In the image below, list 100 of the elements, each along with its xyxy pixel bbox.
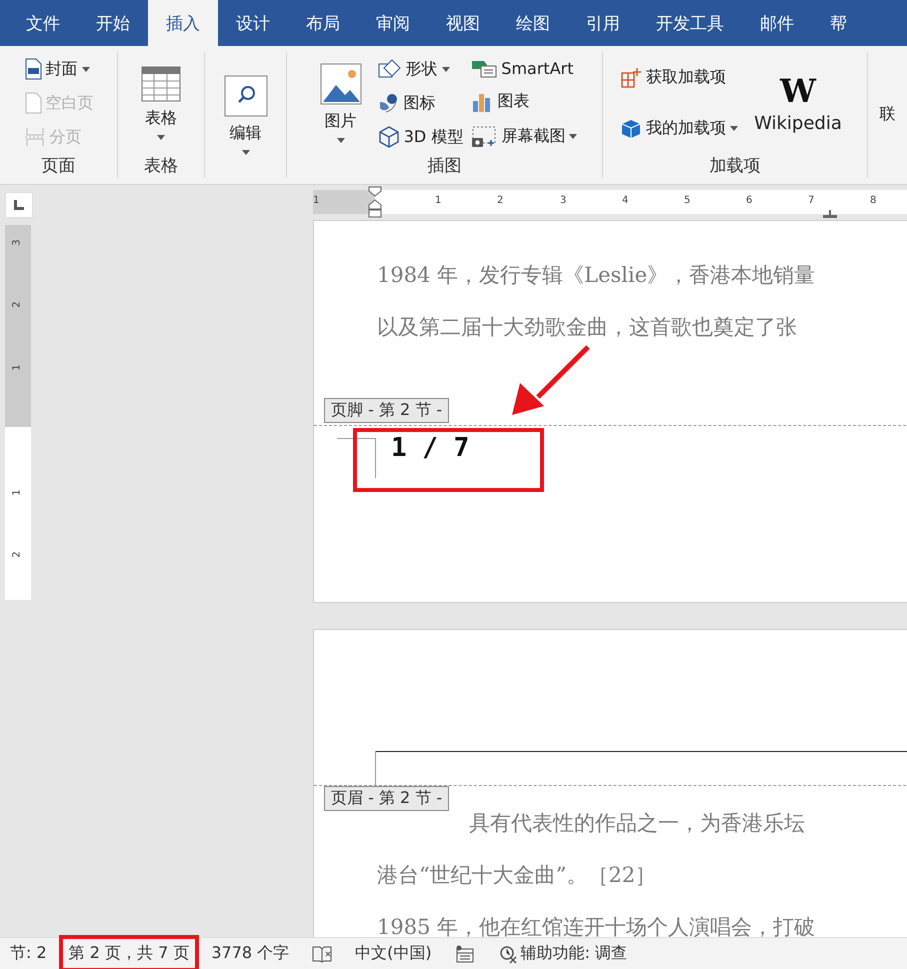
body-text-line: 以及第二届十大劲歌金曲，这首歌也奠定了张 bbox=[377, 314, 797, 341]
ruler-number: 5 bbox=[684, 195, 690, 206]
group-label: 加载项 bbox=[708, 155, 762, 178]
button-label: 分页 bbox=[50, 126, 82, 148]
status-text: 第 2 页，共 7 页 bbox=[68, 943, 190, 964]
button-label: 联 bbox=[880, 104, 896, 125]
ribbon-tab[interactable]: 帮 bbox=[812, 0, 865, 46]
caret-icon bbox=[442, 66, 450, 72]
ribbon-tab[interactable]: 开发工具 bbox=[638, 0, 742, 46]
ribbon-button[interactable]: 封面 bbox=[22, 57, 96, 81]
ruler-number: 2 bbox=[12, 551, 23, 558]
ruler-number: 2 bbox=[12, 301, 23, 308]
ruler-number: 3 bbox=[12, 239, 23, 246]
bird-icon bbox=[378, 92, 400, 114]
button-label: 屏幕截图 bbox=[501, 126, 566, 148]
wikipedia-logo: W bbox=[780, 72, 816, 111]
accessibility-icon bbox=[498, 944, 518, 964]
table-grid-icon bbox=[141, 66, 181, 102]
body-text-line: 具有代表性的作品之一，为香港乐坛 bbox=[469, 810, 805, 837]
solid-cube-icon bbox=[620, 118, 642, 140]
button-label: 图表 bbox=[497, 91, 530, 112]
button-label: 封面 bbox=[46, 58, 78, 80]
button-label: 图片 bbox=[324, 111, 357, 132]
ribbon-button[interactable]: 联 bbox=[880, 52, 896, 178]
button-label: 编辑 bbox=[230, 123, 262, 144]
ruler-number: 1 bbox=[12, 489, 23, 496]
ruler-number: 2 bbox=[497, 195, 504, 206]
tab-stop-marker-icon bbox=[823, 210, 837, 218]
ribbon-button[interactable]: 图表 bbox=[469, 90, 580, 114]
ribbon-button[interactable]: W Wikipedia bbox=[744, 52, 852, 154]
ruler-number: 7 bbox=[808, 195, 814, 206]
cover-page-icon bbox=[24, 58, 42, 80]
page-number: 1 / 7 bbox=[391, 433, 470, 463]
ribbon-tab[interactable]: 审阅 bbox=[358, 0, 428, 46]
group-label: 表格 bbox=[143, 155, 179, 178]
caret-icon bbox=[336, 138, 345, 143]
ribbon-tab[interactable]: 布局 bbox=[288, 0, 358, 46]
ruler-number: 3 bbox=[560, 195, 566, 206]
ribbon-button[interactable]: SmartArt bbox=[469, 57, 580, 80]
corner-mark-icon bbox=[337, 438, 377, 478]
button-label: 图标 bbox=[404, 92, 436, 114]
page-break-icon bbox=[24, 126, 46, 148]
button-label: 空白页 bbox=[46, 92, 94, 114]
footer-tag: 页脚 - 第 2 节 - bbox=[324, 398, 450, 423]
ribbon-tab[interactable]: 文件 bbox=[8, 0, 78, 46]
ribbon-button[interactable]: 图片 bbox=[310, 52, 372, 154]
blank-page-icon bbox=[24, 92, 42, 114]
ruler-number: 6 bbox=[746, 195, 752, 206]
ribbon-tab[interactable]: 绘图 bbox=[498, 0, 568, 46]
add-grid-icon bbox=[620, 66, 642, 88]
group-label: 插图 bbox=[426, 155, 462, 178]
header-tag: 页眉 - 第 2 节 - bbox=[324, 786, 450, 811]
status-button[interactable] bbox=[311, 944, 334, 962]
accessibility-button[interactable]: 辅助功能: 调查 bbox=[498, 943, 628, 964]
status-button[interactable] bbox=[454, 944, 476, 962]
ribbon-tab[interactable]: 插入 bbox=[148, 0, 218, 46]
caret-icon bbox=[569, 134, 578, 140]
screenshot-camera-icon bbox=[471, 126, 498, 148]
button-label: 3D 模型 bbox=[404, 126, 464, 148]
caret-icon bbox=[730, 126, 738, 131]
ribbon-button[interactable]: 图标 bbox=[376, 91, 466, 115]
cube-icon bbox=[378, 126, 400, 148]
button-label: SmartArt bbox=[501, 58, 574, 78]
caret-icon bbox=[157, 135, 165, 140]
ribbon-button[interactable]: 3D 模型 bbox=[376, 125, 466, 149]
ribbon-tab[interactable]: 视图 bbox=[428, 0, 498, 46]
body-text-line: 1984 年，发行专辑《Leslie》，香港本地销量 bbox=[377, 262, 816, 289]
ruler-number: 1 bbox=[435, 195, 442, 206]
ruler-number: 4 bbox=[622, 195, 628, 206]
ribbon-button[interactable]: 编辑 bbox=[214, 52, 278, 178]
ruler-number: 1 bbox=[12, 364, 23, 371]
body-text-line: 港台“世纪十大金曲”。［22］ bbox=[377, 862, 656, 889]
ribbon-tab[interactable]: 设计 bbox=[218, 0, 288, 46]
status-text: 中文(中国) bbox=[355, 943, 432, 964]
ribbon-button[interactable]: 表格 bbox=[131, 52, 191, 154]
ribbon-tab[interactable]: 开始 bbox=[78, 0, 148, 46]
ruler-number: 8 bbox=[870, 195, 876, 206]
body-text-line: 1985 年，他在红馆连开十场个人演唱会，打破 bbox=[377, 914, 816, 937]
ruler-number: 1 bbox=[313, 195, 320, 206]
button-label: 形状 bbox=[406, 58, 438, 80]
status-text: 节: 2 bbox=[10, 943, 47, 964]
button-label: 表格 bbox=[145, 108, 177, 129]
ribbon-button[interactable]: 我的加载项 bbox=[618, 116, 740, 140]
ribbon-button[interactable]: 屏幕截图 bbox=[469, 124, 580, 149]
ribbon-button[interactable]: 形状 bbox=[376, 57, 466, 81]
picture-icon bbox=[320, 63, 362, 105]
smartart-icon bbox=[471, 58, 498, 78]
status-text: 3778 个字 bbox=[211, 943, 290, 964]
tab-selector[interactable] bbox=[5, 192, 33, 218]
search-icon bbox=[224, 75, 268, 117]
shapes-icon bbox=[378, 58, 402, 80]
tab-stop-icon bbox=[14, 200, 24, 210]
button-label: 我的加载项 bbox=[646, 118, 726, 139]
ribbon-tab[interactable]: 引用 bbox=[568, 0, 638, 46]
button-label: 获取加载项 bbox=[646, 67, 726, 88]
group-label: 页面 bbox=[40, 155, 76, 178]
layout-icon bbox=[454, 944, 476, 962]
ribbon-tab[interactable]: 邮件 bbox=[742, 0, 812, 46]
button-label: Wikipedia bbox=[754, 112, 842, 134]
ribbon-button[interactable]: 获取加载项 bbox=[618, 66, 740, 90]
